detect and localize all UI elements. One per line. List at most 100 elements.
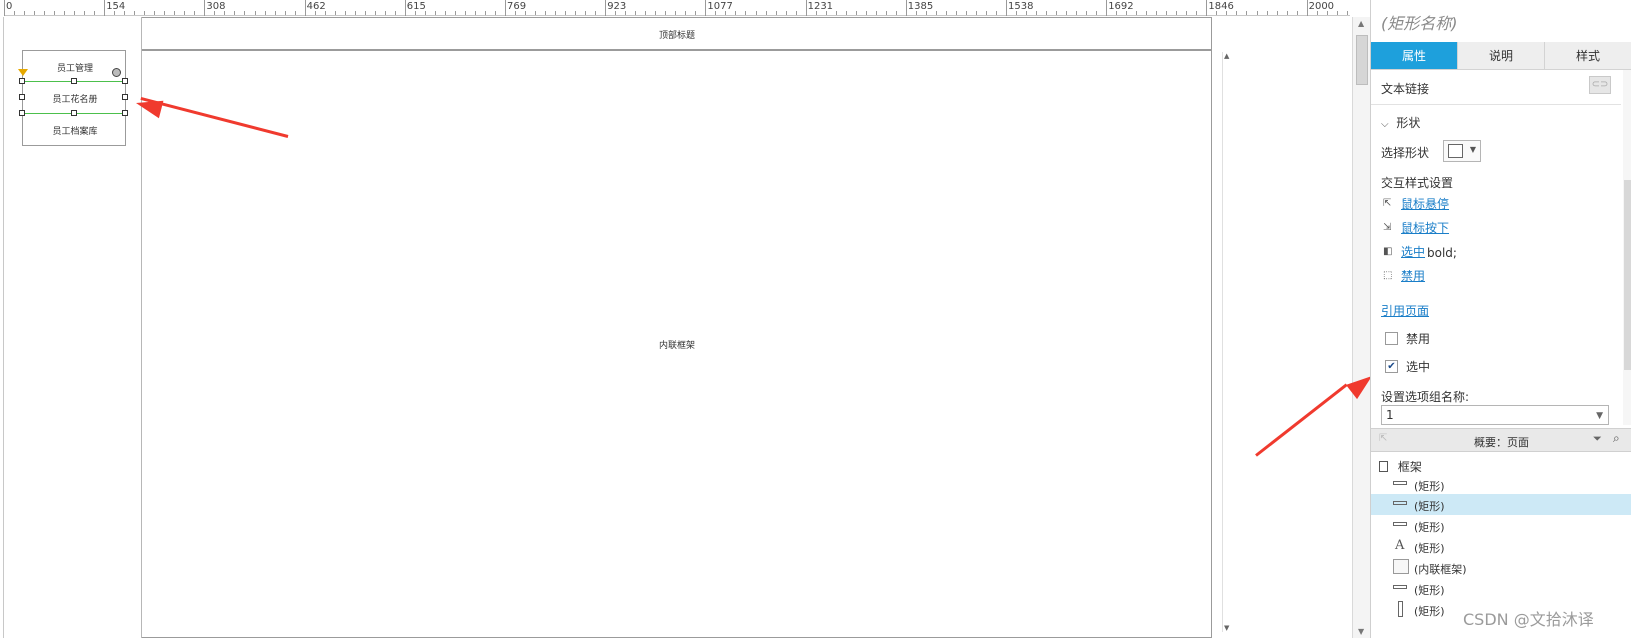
ruler-minor-tick <box>615 11 617 15</box>
ruler-minor-tick <box>44 11 46 15</box>
resize-handle[interactable] <box>122 78 128 84</box>
rotate-handle[interactable] <box>112 68 121 77</box>
ruler-minor-tick <box>1196 11 1198 15</box>
mouse-down-link[interactable]: 鼠标按下 <box>1401 219 1449 236</box>
outline-item[interactable]: (内联框架) <box>1371 557 1631 578</box>
chevron-down-icon: ▼ <box>1469 145 1476 154</box>
selected-checkbox-label[interactable]: 选中 <box>1406 358 1430 375</box>
group-name-value: 1 <box>1386 408 1394 422</box>
menu-panel[interactable]: 员工管理 员工花名册 员工档案库 <box>22 50 126 146</box>
shape-picker-dropdown[interactable]: ▼ <box>1443 140 1481 162</box>
menu-item-employee-roster[interactable]: 员工花名册 <box>23 92 127 105</box>
resize-handle[interactable] <box>19 110 25 116</box>
outline-root-item[interactable]: 框架 <box>1379 458 1422 475</box>
outline-item[interactable]: (矩形) <box>1371 515 1631 536</box>
ruler-minor-tick <box>735 11 737 15</box>
inspector-tabs: 属性 说明 样式 <box>1371 42 1631 70</box>
ruler-major-tick <box>204 0 206 16</box>
disabled-style-link[interactable]: 禁用 <box>1401 267 1425 284</box>
ruler-minor-tick <box>384 11 386 15</box>
resize-handle[interactable] <box>19 94 25 100</box>
scroll-down-icon[interactable]: ▼ <box>1358 627 1364 636</box>
mouse-hover-link[interactable]: 鼠标悬停 <box>1401 195 1449 212</box>
ruler-minor-tick <box>1026 11 1028 15</box>
ruler-minor-tick <box>224 11 226 15</box>
ruler-label: 0 <box>6 1 13 12</box>
ruler-minor-tick <box>424 11 426 15</box>
shape-name-input[interactable]: (矩形名称) <box>1381 10 1458 34</box>
ruler-minor-tick <box>1076 11 1078 15</box>
design-canvas[interactable]: 0 154 308 462 615 769 923 1077 1231 1385 1538 1692 1… <box>0 0 1370 638</box>
ruler-major-tick <box>805 0 807 16</box>
ruler-minor-tick <box>565 11 567 15</box>
ruler-minor-tick <box>334 11 336 15</box>
ruler-minor-tick <box>925 11 927 15</box>
ruler-minor-tick <box>1166 11 1168 15</box>
scroll-up-icon[interactable]: ▲ <box>1358 19 1364 28</box>
ruler-minor-tick <box>164 11 166 15</box>
outline-item[interactable]: (矩形) <box>1371 474 1631 495</box>
ruler-major-tick <box>1106 0 1108 16</box>
shape-section-header[interactable]: ⌵ 形状 <box>1381 114 1420 131</box>
ruler-minor-tick <box>64 11 66 15</box>
tab-properties[interactable]: 属性 <box>1371 42 1458 70</box>
tab-notes[interactable]: 说明 <box>1458 42 1545 70</box>
ruler-minor-tick <box>875 11 877 15</box>
ruler-minor-tick <box>895 11 897 15</box>
ruler-minor-tick <box>955 11 957 15</box>
anchor-marker-icon[interactable] <box>18 69 28 76</box>
disabled-checkbox[interactable] <box>1385 332 1398 345</box>
ruler-major-tick <box>905 0 907 16</box>
ruler-major-tick <box>304 0 306 16</box>
ruler-minor-tick <box>785 11 787 15</box>
ruler-minor-tick <box>825 11 827 15</box>
canvas-vertical-scrollbar[interactable]: ▲ ▼ <box>1352 17 1370 638</box>
group-name-field[interactable]: 1 ▼ <box>1381 405 1609 425</box>
ruler-minor-tick <box>114 11 116 15</box>
disabled-checkbox-label[interactable]: 禁用 <box>1406 330 1430 347</box>
ruler-label: 308 <box>206 1 226 12</box>
filter-icon[interactable]: ⏷ <box>1593 432 1602 446</box>
link-icon[interactable]: ⊂⊃ <box>1589 76 1611 94</box>
resize-handle[interactable] <box>71 110 77 116</box>
scrollbar-thumb[interactable] <box>1624 180 1631 370</box>
ruler-minor-tick <box>474 11 476 15</box>
ruler-minor-tick <box>755 11 757 15</box>
search-icon[interactable]: ⌕ <box>1613 431 1620 446</box>
ruler-label: 154 <box>106 1 126 12</box>
scroll-up-icon[interactable]: ▲ <box>1224 52 1229 60</box>
ruler-minor-tick <box>214 11 216 15</box>
ruler-minor-tick <box>174 11 176 15</box>
ruler-minor-tick <box>1136 11 1138 15</box>
ruler-major-tick <box>1206 0 1208 16</box>
resize-handle[interactable] <box>122 110 128 116</box>
chevron-down-icon: ⌵ <box>1381 119 1389 130</box>
tab-style[interactable]: 样式 <box>1545 42 1631 70</box>
outline-item[interactable]: (矩形) <box>1371 578 1631 599</box>
resize-handle[interactable] <box>122 94 128 100</box>
selected-style-value: bold; <box>1427 246 1457 260</box>
ruler-minor-tick <box>1226 11 1228 15</box>
outline-item-selected[interactable]: (矩形) <box>1371 494 1631 515</box>
ruler-corner <box>0 0 4 16</box>
menu-item-employee-archive[interactable]: 员工档案库 <box>23 124 127 137</box>
scroll-down-icon[interactable]: ▼ <box>1224 624 1229 632</box>
ruler-minor-tick <box>835 11 837 15</box>
inline-frame-scrollbar[interactable]: ▲ ▼ <box>1222 52 1230 632</box>
ruler-major-tick <box>4 0 5 16</box>
ruler-minor-tick <box>1316 11 1318 15</box>
outline-item[interactable]: A (矩形) <box>1371 536 1631 557</box>
ruler-label: 1385 <box>907 1 934 12</box>
inspector-scrollbar[interactable] <box>1623 70 1631 425</box>
ruler-minor-tick <box>494 11 496 15</box>
resize-handle[interactable] <box>71 78 77 84</box>
ruler-minor-tick <box>374 11 376 15</box>
reference-page-link[interactable]: 引用页面 <box>1381 302 1429 319</box>
selected-style-link[interactable]: 选中 <box>1401 243 1425 260</box>
selected-checkbox[interactable]: ✔ <box>1385 360 1398 373</box>
chevron-down-icon[interactable]: ▼ <box>1596 407 1603 425</box>
resize-handle[interactable] <box>19 78 25 84</box>
ruler-label: 1692 <box>1108 1 1134 12</box>
scrollbar-thumb[interactable] <box>1356 35 1368 85</box>
line-shape-icon <box>1393 501 1407 505</box>
